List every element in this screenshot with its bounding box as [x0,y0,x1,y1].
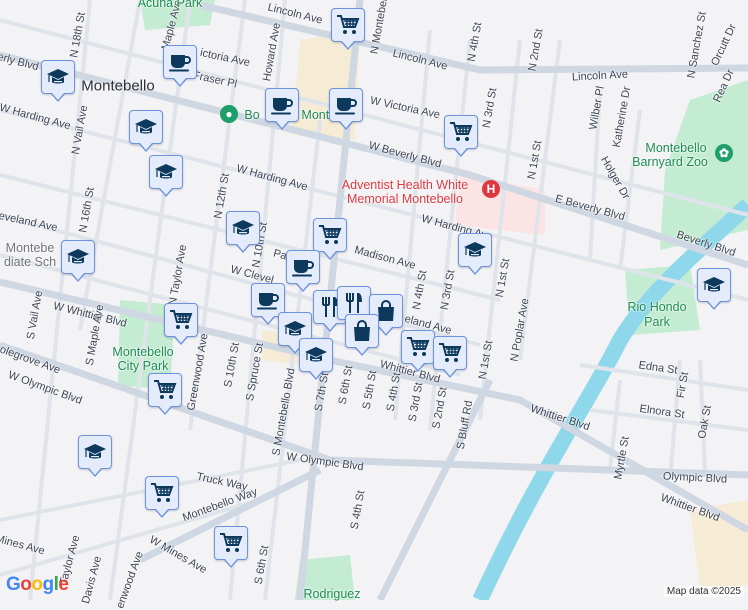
grocery-marker[interactable] [433,336,467,378]
grocery-marker[interactable] [214,526,248,568]
city-park-label: Montebello [112,345,174,359]
school-marker[interactable] [61,240,95,282]
school-marker[interactable] [299,338,333,380]
coffee-cup-icon [270,93,294,117]
rio-hondo-park-label: Park [644,315,670,329]
coffee-cup-icon [334,93,358,117]
coffee-cup-icon [291,255,315,279]
graduation-cap-icon [231,216,255,240]
cafe-marker[interactable] [286,250,320,292]
grocery-marker[interactable] [164,303,198,345]
hospital-icon[interactable]: H [482,180,500,198]
graduation-cap-icon [46,65,70,89]
school-label: Montebe [5,241,55,255]
school-marker[interactable] [226,211,260,253]
school-marker[interactable] [149,155,183,197]
cart-icon [153,378,177,402]
acuna-park-label: Acuna Park [137,0,203,10]
fork-knife-icon [342,291,366,315]
school-marker[interactable] [458,233,492,275]
zoo-paw-icon[interactable]: ✿ [715,144,733,162]
grocery-marker[interactable] [313,218,347,260]
graduation-cap-icon [304,343,328,367]
grocery-marker[interactable] [401,330,435,372]
graduation-cap-icon [702,273,726,297]
graduation-cap-icon [66,245,90,269]
cart-icon [150,481,174,505]
google-logo: Google [6,574,69,595]
cart-icon [406,335,430,359]
school-label: diate Sch [3,255,57,269]
city-label: Montebello [81,77,155,95]
rodriguez-park-label: Rodriguez [303,587,361,601]
zoo-label: Montebello [645,141,707,155]
cart-icon [449,120,473,144]
graduation-cap-icon [154,160,178,184]
grocery-marker[interactable] [148,373,182,415]
graduation-cap-icon [463,238,487,262]
cart-icon [219,531,243,555]
grocery-marker[interactable] [331,8,365,50]
cart-icon [169,308,193,332]
zoo-label: Barnyard Zoo [632,155,708,169]
hospital-label: Memorial Montebello [346,192,464,206]
hospital-label: Adventist Health White [341,178,469,192]
botanic-label-a: Bo [244,108,260,122]
shopping-marker[interactable] [345,314,379,356]
cart-icon [318,223,342,247]
shopping-bag-icon [350,319,374,343]
botanic-pin-icon[interactable]: ● [220,105,238,123]
graduation-cap-icon [134,115,158,139]
school-marker[interactable] [41,60,75,102]
school-marker[interactable] [129,110,163,152]
cafe-marker[interactable] [329,88,363,130]
cafe-marker[interactable] [265,88,299,130]
cart-icon [438,341,462,365]
grocery-marker[interactable] [444,115,478,157]
school-marker[interactable] [697,268,731,310]
cart-icon [336,13,360,37]
coffee-cup-icon [168,50,192,74]
school-marker[interactable] [78,435,112,477]
grocery-marker[interactable] [145,476,179,518]
cafe-marker[interactable] [163,45,197,87]
coffee-cup-icon [256,288,280,312]
city-park-label: City Park [117,359,169,373]
map-attribution[interactable]: Map data ©2025 [663,586,744,597]
rio-hondo-park-label: Rio Hondo [627,300,687,314]
graduation-cap-icon [83,440,107,464]
